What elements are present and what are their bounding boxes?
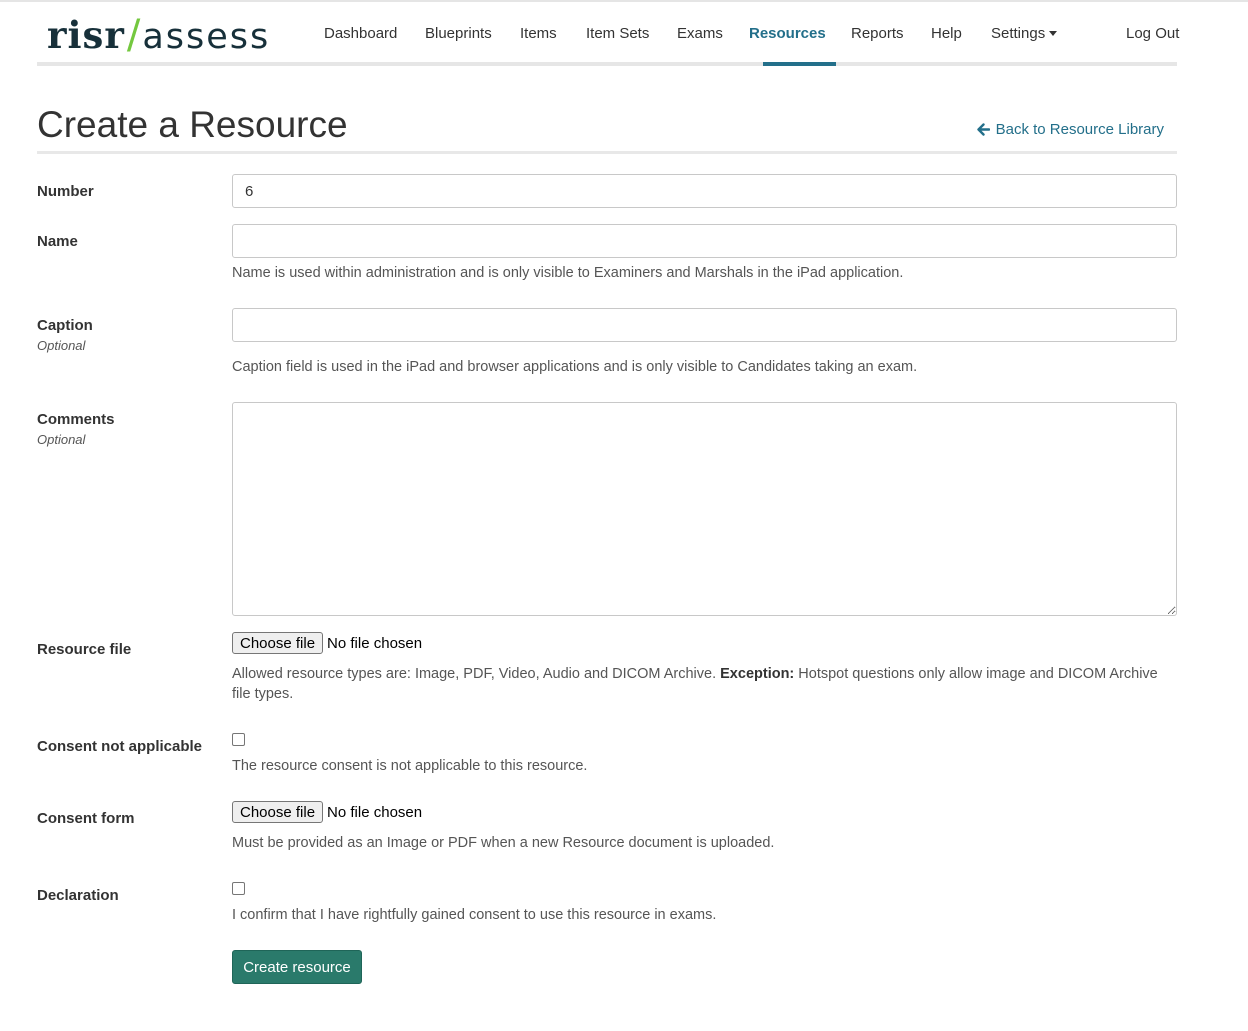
caption-input[interactable] <box>232 308 1177 342</box>
back-link-label: Back to Resource Library <box>995 121 1164 138</box>
back-to-library-link[interactable]: Back to Resource Library <box>976 121 1164 138</box>
nav-blueprints[interactable]: Blueprints <box>425 0 492 66</box>
resource-file-input: Choose file No file chosen <box>232 632 422 654</box>
caption-label-group: Caption Optional <box>37 317 93 353</box>
nav-settings-label: Settings <box>991 25 1046 42</box>
declaration-help-text: I confirm that I have rightfully gained … <box>232 907 717 923</box>
nav-help[interactable]: Help <box>931 0 962 66</box>
page-header: Create a Resource Back to Resource Libra… <box>37 100 1177 154</box>
consent-choose-file-button[interactable]: Choose file <box>232 801 324 823</box>
name-input[interactable] <box>232 224 1177 258</box>
arrow-left-icon <box>976 123 990 136</box>
nav-resources[interactable]: Resources <box>749 0 826 66</box>
nav-item-sets[interactable]: Item Sets <box>586 0 649 66</box>
resource-choose-file-button[interactable]: Choose file <box>232 632 324 654</box>
caption-label: Caption <box>37 317 93 334</box>
resource-file-label: Resource file <box>37 641 132 658</box>
name-label: Name <box>37 233 78 250</box>
logo-slash: / <box>126 12 141 58</box>
nav-reports[interactable]: Reports <box>851 0 904 66</box>
active-tab-indicator <box>763 62 836 66</box>
nav-logout[interactable]: Log Out <box>1126 0 1179 66</box>
consent-not-applicable-checkbox[interactable] <box>232 733 245 746</box>
declaration-label: Declaration <box>37 887 119 904</box>
caption-help-text: Caption field is used in the iPad and br… <box>232 359 918 375</box>
comments-label: Comments <box>37 411 115 428</box>
comments-optional-note: Optional <box>37 432 86 447</box>
logo-assess-text: assess <box>142 17 271 57</box>
resource-file-status: No file chosen <box>327 634 423 652</box>
consent-form-label: Consent form <box>37 810 135 827</box>
nav-exams[interactable]: Exams <box>677 0 723 66</box>
resource-file-help-exception: Exception: <box>720 666 795 682</box>
caption-optional-note: Optional <box>37 338 86 353</box>
consent-form-file-input: Choose file No file chosen <box>232 801 422 823</box>
consent-not-applicable-label: Consent not applicable <box>37 738 203 755</box>
resource-file-help-text: Allowed resource types are: Image, PDF, … <box>232 664 1177 704</box>
number-input[interactable] <box>232 174 1177 208</box>
navbar: risr / assess Dashboard Blueprints Items… <box>37 0 1179 66</box>
nav-dashboard[interactable]: Dashboard <box>324 0 397 66</box>
caret-down-icon <box>1049 30 1058 36</box>
number-label: Number <box>37 183 94 200</box>
comments-label-group: Comments Optional <box>37 411 115 447</box>
comments-textarea[interactable] <box>232 402 1177 616</box>
page-title: Create a Resource <box>37 104 348 145</box>
logo-risr-text: risr <box>47 13 125 57</box>
nav-settings-dropdown[interactable]: Settings <box>991 0 1058 66</box>
consent-form-help-text: Must be provided as an Image or PDF when… <box>232 835 775 851</box>
consent-file-status: No file chosen <box>327 803 423 821</box>
name-help-text: Name is used within administration and i… <box>232 265 904 281</box>
resource-file-help-prefix: Allowed resource types are: Image, PDF, … <box>232 666 717 682</box>
consent-not-applicable-help-text: The resource consent is not applicable t… <box>232 758 588 774</box>
nav-items[interactable]: Items <box>520 0 557 66</box>
declaration-checkbox[interactable] <box>232 882 245 895</box>
create-resource-button[interactable]: Create resource <box>232 950 362 984</box>
risr-assess-logo[interactable]: risr / assess <box>47 12 271 58</box>
